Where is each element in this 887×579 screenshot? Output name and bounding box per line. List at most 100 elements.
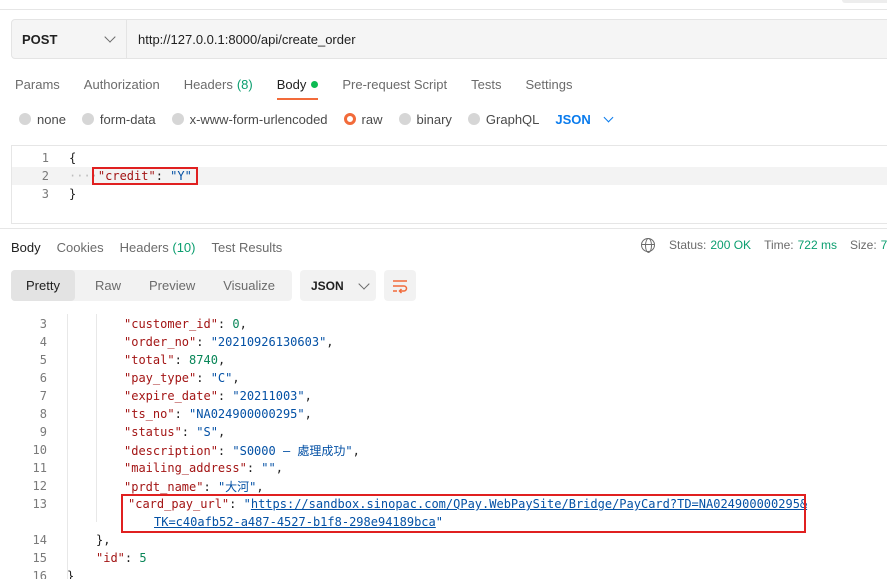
line-number: 10 <box>32 443 47 457</box>
response-line: 7 "expire_date": "20211003", <box>0 387 887 405</box>
radio-label: none <box>37 111 66 127</box>
line-number: 3 <box>41 187 49 201</box>
json-colon: : <box>124 551 140 565</box>
time-label: Time: <box>764 238 794 252</box>
json-key: "description" <box>124 443 218 458</box>
tab-body[interactable]: Body <box>276 74 319 100</box>
view-raw[interactable]: Raw <box>81 270 135 301</box>
tab-params[interactable]: Params <box>15 74 60 94</box>
view-visualize[interactable]: Visualize <box>209 270 289 301</box>
response-body-viewer[interactable]: 3 "customer_id": 0, 4 "order_no": "20210926… <box>0 314 887 579</box>
json-key: "mailing_address" <box>124 461 247 475</box>
code-text: "ts_no": "NA024900000295", <box>124 407 312 421</box>
json-comma: , <box>217 353 226 367</box>
response-line: 9 "status": "S", <box>0 423 887 441</box>
tab-label: Headers <box>183 76 233 92</box>
view-preview[interactable]: Preview <box>135 270 209 301</box>
tab-tests[interactable]: Tests <box>471 74 501 94</box>
wrap-lines-button[interactable] <box>384 270 416 301</box>
json-brace: }, <box>96 533 111 547</box>
top-strip <box>0 0 887 10</box>
radio-binary[interactable]: binary <box>398 111 452 127</box>
tab-test-results[interactable]: Test Results <box>212 240 283 255</box>
line-number: 8 <box>39 407 47 421</box>
json-value: "" <box>261 461 276 475</box>
radio-none[interactable]: none <box>19 112 66 127</box>
radio-label: GraphQL <box>485 111 540 127</box>
response-line: 14}, <box>0 531 887 549</box>
tab-label: Pre-request Script <box>342 76 448 92</box>
json-colon: : <box>203 479 218 494</box>
tab-settings[interactable]: Settings <box>525 74 572 94</box>
radio-form-data[interactable]: form-data <box>81 111 156 127</box>
line-number: 3 <box>39 317 47 331</box>
radio-label: raw <box>361 111 383 127</box>
radio-label: x-www-form-urlencoded <box>189 111 328 127</box>
response-status: Status:200 OK Time: 722 ms Size: 70 <box>641 238 887 253</box>
radio-circle-icon <box>81 113 94 125</box>
radio-label: form-data <box>99 111 156 127</box>
status-value[interactable]: 200 OK <box>710 238 751 252</box>
tab-count: (10) <box>172 239 196 255</box>
response-line: 5 "total": 8740, <box>0 351 887 369</box>
tab-label: Headers <box>119 239 169 255</box>
json-value: "C" <box>210 371 233 385</box>
response-line: 6 "pay_type": "C", <box>0 369 887 387</box>
tab-cookies[interactable]: Cookies <box>57 240 104 255</box>
status-label: Status: <box>669 238 707 252</box>
code-text: }, <box>96 533 110 547</box>
divider <box>0 228 887 229</box>
chevron-down-icon <box>104 31 116 43</box>
radio-urlencoded[interactable]: x-www-form-urlencoded <box>171 111 328 127</box>
json-key: "order_no" <box>124 335 197 349</box>
highlight-box <box>121 494 806 533</box>
globe-icon[interactable] <box>641 238 655 253</box>
radio-graphql[interactable]: GraphQL <box>467 111 540 127</box>
chevron-down-icon <box>603 112 614 122</box>
response-format-select[interactable]: JSON <box>300 270 376 301</box>
tab-response-body[interactable]: Body <box>11 240 41 255</box>
body-format-select[interactable]: JSON <box>555 112 614 127</box>
line-number: 1 <box>41 151 49 165</box>
json-key: "id" <box>96 551 125 565</box>
tab-pre-request-script[interactable]: Pre-request Script <box>342 74 447 94</box>
radio-label: binary <box>416 111 452 127</box>
json-key: "ts_no" <box>124 407 175 421</box>
view-pretty[interactable]: Pretty <box>11 270 75 301</box>
line-number: 16 <box>32 569 47 579</box>
radio-circle-icon <box>398 113 411 125</box>
json-colon: : <box>196 335 211 349</box>
line-number: 15 <box>32 551 47 565</box>
json-colon: : <box>217 389 233 403</box>
tab-response-headers[interactable]: Headers (10) <box>120 240 196 255</box>
size-value[interactable]: 70 <box>881 238 887 252</box>
json-key: "expire_date" <box>124 389 218 403</box>
tab-label: Authorization <box>83 76 160 92</box>
radio-selected-icon <box>343 113 356 125</box>
json-comma: , <box>217 425 226 439</box>
json-colon: : <box>174 407 190 421</box>
tab-authorization[interactable]: Authorization <box>84 74 160 94</box>
response-line: 16} <box>0 567 887 579</box>
json-value: 8740 <box>189 353 218 367</box>
json-value: "S" <box>196 425 218 439</box>
line-number: 13 <box>32 497 47 511</box>
json-value: "NA024900000295" <box>189 407 305 421</box>
url-input[interactable]: http://127.0.0.1:8000/api/create_order <box>127 32 356 47</box>
code-text: "id": 5 <box>96 551 147 565</box>
chevron-down-icon <box>358 277 370 290</box>
method-select[interactable]: POST <box>12 20 127 58</box>
json-colon: : <box>217 317 233 331</box>
json-key: "status" <box>124 425 182 439</box>
time-value[interactable]: 722 ms <box>798 238 837 252</box>
tab-label: Tests <box>471 76 502 92</box>
response-line: 4 "order_no": "20210926130603", <box>0 333 887 351</box>
json-comma: , <box>326 335 334 349</box>
tab-headers[interactable]: Headers (8) <box>184 74 253 94</box>
json-colon: : <box>246 461 262 475</box>
json-comma: , <box>304 389 312 403</box>
view-mode-toggle: Pretty Raw Preview Visualize <box>11 270 292 301</box>
response-line: 12 "prdt_name": "大河", <box>0 477 887 495</box>
json-value: "S0000 – 處理成功" <box>232 443 353 458</box>
radio-raw[interactable]: raw <box>343 111 383 127</box>
